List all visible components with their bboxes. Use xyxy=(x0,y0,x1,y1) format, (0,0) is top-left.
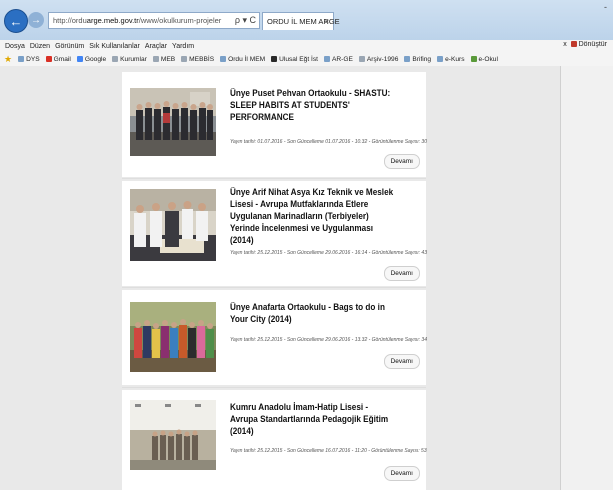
project-photo[interactable] xyxy=(130,189,216,261)
project-title[interactable]: Ünye Arif Nihat Asya Kız Teknik ve Mesle… xyxy=(230,187,393,247)
favorite-label: MEBBİS xyxy=(189,55,215,63)
read-more-button[interactable]: Devamı xyxy=(383,154,420,169)
favorite-item[interactable]: Ordu İl MEM xyxy=(220,56,265,63)
page-icon xyxy=(323,56,330,62)
favorite-item[interactable]: Gmail xyxy=(45,55,71,63)
favorite-item[interactable]: Ulusal Eğt İst xyxy=(271,56,318,63)
page-icon xyxy=(437,56,444,62)
divider xyxy=(122,178,426,179)
favorite-item[interactable]: Kurumlar xyxy=(112,56,147,63)
globe-icon xyxy=(152,56,159,62)
menu-bar: Dosya Düzen Görünüm Sık Kullanılanlar Ar… xyxy=(0,40,613,52)
leaf-icon xyxy=(470,56,477,62)
browser-tab[interactable]: ORDU İL MEM ARGE × xyxy=(262,12,340,30)
page-icon xyxy=(220,56,227,62)
globe-icon xyxy=(181,56,188,62)
gmail-icon xyxy=(45,56,52,62)
menu-view[interactable]: Görünüm xyxy=(55,43,84,50)
favorite-label: MEB xyxy=(160,55,176,63)
project-meta: Yayın tarihi: 25.12.2015 - Son Güncellem… xyxy=(230,337,427,343)
project-photo[interactable] xyxy=(130,400,216,470)
page-icon xyxy=(404,56,411,62)
project-meta: Yayın tarihi: 01.07.2016 - Son Güncellem… xyxy=(230,139,427,145)
window-minimize-button[interactable]: - xyxy=(604,2,607,12)
favorite-item[interactable]: Brifing xyxy=(404,56,431,63)
favorite-label: e-Okul xyxy=(478,55,498,63)
globe-icon xyxy=(358,56,365,62)
favorite-label: Google xyxy=(84,55,107,63)
favorite-item[interactable]: e-Kurs xyxy=(437,55,465,63)
menu-edit[interactable]: Düzen xyxy=(30,43,50,50)
favorite-label: Arşiv-1996 xyxy=(366,55,399,63)
address-path: /www/okulkurum-projeler xyxy=(138,16,222,25)
read-more-button[interactable]: Devamı xyxy=(383,354,420,369)
project-photo[interactable] xyxy=(130,302,216,372)
favorite-label: Gmail xyxy=(53,55,71,63)
convert-icon xyxy=(570,41,577,48)
favorite-item[interactable]: e-Okul xyxy=(470,55,498,63)
menu-favorites[interactable]: Sık Kullanılanlar xyxy=(89,43,140,50)
favorite-item[interactable]: MEBBİS xyxy=(181,56,214,63)
right-panel xyxy=(560,66,613,490)
project-card: Ünye Puset Pehvan Ortaokulu - SHASTU: SL… xyxy=(122,72,427,177)
menu-help[interactable]: Yardım xyxy=(172,43,194,50)
browser-titlebar: ← → http://ordu arge.meb.gov.tr/www/okulk… xyxy=(0,0,613,40)
favorite-label: DYS xyxy=(26,55,40,63)
back-button[interactable]: ← xyxy=(4,9,28,33)
favorite-label: AR-GE xyxy=(331,55,353,63)
page-icon xyxy=(18,56,25,62)
read-more-button[interactable]: Devamı xyxy=(383,466,420,481)
back-arrow-icon: ← xyxy=(9,13,23,29)
favorites-star-icon[interactable]: ★ xyxy=(4,54,12,65)
globe-icon xyxy=(112,56,119,62)
project-photo[interactable] xyxy=(130,88,216,156)
convert-area[interactable]: x Dönüştür xyxy=(563,41,607,48)
favorite-item[interactable]: Arşiv-1996 xyxy=(358,55,399,63)
project-card: Kumru Anadolu İmam-Hatip Lisesi - Avrupa… xyxy=(122,390,427,490)
address-prefix: http://ordu xyxy=(53,16,87,25)
tab-close-icon[interactable]: × xyxy=(324,17,329,26)
project-card: Ünye Arif Nihat Asya Kız Teknik ve Mesle… xyxy=(122,181,427,286)
address-host: arge.meb.gov.tr xyxy=(86,16,139,25)
project-meta: Yayın tarihi: 25.12.2015 - Son Güncellem… xyxy=(230,448,427,454)
google-icon xyxy=(76,56,83,62)
favorite-label: Kurumlar xyxy=(120,55,147,63)
favorite-label: e-Kurs xyxy=(445,55,465,63)
favorite-item[interactable]: MEB xyxy=(152,55,176,63)
project-title[interactable]: Kumru Anadolu İmam-Hatip Lisesi - Avrupa… xyxy=(230,402,393,438)
address-bar[interactable]: http://ordu arge.meb.gov.tr/www/okulkurum… xyxy=(48,12,260,29)
ws-icon xyxy=(271,56,278,62)
favorite-label: Ordu İl MEM xyxy=(228,55,266,63)
project-meta: Yayın tarihi: 25.12.2015 - Son Güncellem… xyxy=(230,250,427,256)
read-more-button[interactable]: Devamı xyxy=(383,266,420,281)
forward-button[interactable]: → xyxy=(28,12,44,28)
close-icon[interactable]: x xyxy=(563,41,567,48)
search-refresh-controls[interactable]: ρ ▾ C xyxy=(235,15,256,26)
favorite-item[interactable]: DYS xyxy=(18,56,40,63)
favorite-label: Ulusal Eğt İst xyxy=(279,55,318,63)
divider xyxy=(122,387,426,388)
project-card: Ünye Anafarta Ortaokulu - Bags to do in … xyxy=(122,290,427,385)
project-title[interactable]: Ünye Anafarta Ortaokulu - Bags to do in … xyxy=(230,302,393,326)
menu-file[interactable]: Dosya xyxy=(5,43,25,50)
menu-tools[interactable]: Araçlar xyxy=(145,43,167,50)
favorites-bar: ★ DYS Gmail Google Kurumlar MEB MEBBİS Ordu İl… xyxy=(0,52,613,67)
project-title[interactable]: Ünye Puset Pehvan Ortaokulu - SHASTU: SL… xyxy=(230,88,393,124)
favorite-item[interactable]: AR-GE xyxy=(323,55,353,63)
convert-label: Dönüştür xyxy=(578,41,607,48)
favorite-label: Brifing xyxy=(412,55,432,63)
divider xyxy=(122,287,426,288)
forward-arrow-icon: → xyxy=(31,14,41,26)
favorite-item[interactable]: Google xyxy=(76,55,107,63)
